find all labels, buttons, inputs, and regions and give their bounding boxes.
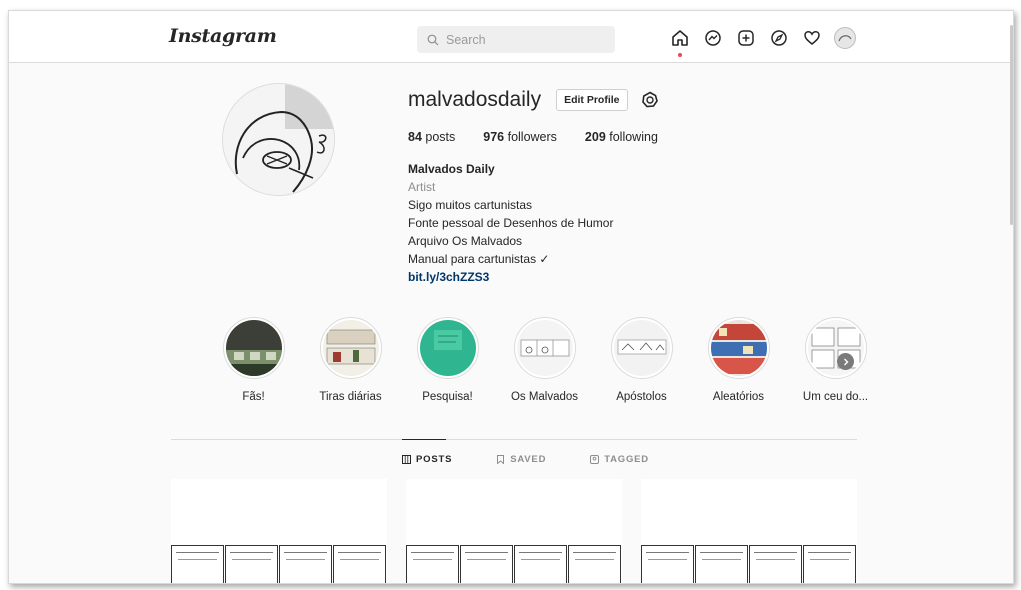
tag-user-icon (590, 455, 600, 464)
search-input[interactable] (446, 32, 596, 47)
gear-icon[interactable] (640, 90, 660, 110)
highlight-label: Aleatórios (712, 391, 765, 403)
highlight-cover-image (516, 320, 573, 376)
comic-strip-image (171, 545, 387, 583)
bio-line: Sigo muitos cartunistas (408, 198, 533, 212)
tab-saved-label: SAVED (510, 454, 547, 465)
home-icon[interactable] (669, 27, 691, 57)
posts-count: 84 posts (408, 130, 456, 144)
highlight-label: Fãs! (242, 391, 265, 403)
highlight-label: Pesquisa! (422, 391, 473, 403)
browser-frame: Instagram Search malvadosdaily Edit Prof… (8, 10, 1014, 584)
highlight-ring (610, 317, 673, 379)
profile-tabs: POSTS SAVED TAGGED (402, 454, 693, 465)
scrollbar[interactable] (1010, 25, 1013, 225)
profile-stats: 84 posts 976 followers 209 following (408, 130, 686, 144)
search-box[interactable] (417, 26, 615, 53)
profile-avatar-button[interactable] (834, 27, 856, 49)
highlight-label: Um ceu do... (802, 391, 869, 403)
post-thumbnail[interactable] (641, 479, 857, 583)
comic-strip-image (641, 545, 857, 583)
bio-category: Artist (408, 180, 436, 194)
active-indicator-dot (678, 53, 682, 57)
bio-full-name: Malvados Daily (408, 162, 495, 176)
highlight-label: Tiras diárias (319, 391, 382, 403)
profile-bio: Malvados Daily Artist Sigo muitos cartun… (408, 160, 686, 286)
highlight-item[interactable]: Os Malvados (496, 317, 593, 403)
highlight-cover-image (807, 320, 864, 376)
instagram-logo[interactable]: Instagram (169, 25, 277, 47)
bookmark-icon (497, 455, 505, 464)
highlight-cover-image (322, 320, 379, 376)
highlight-item[interactable]: Fãs! (205, 317, 302, 403)
highlight-item[interactable]: Pesquisa! (399, 317, 496, 403)
following-count[interactable]: 209 following (585, 130, 658, 144)
highlight-label: Os Malvados (510, 391, 579, 403)
tabs-divider (171, 439, 857, 440)
comic-strip-image (406, 545, 622, 583)
new-post-icon[interactable] (735, 27, 757, 49)
chevron-right-icon (843, 358, 848, 365)
grid-icon (402, 455, 411, 464)
highlight-ring (513, 317, 576, 379)
explore-icon[interactable] (768, 27, 790, 49)
username-row: malvadosdaily Edit Profile (408, 88, 686, 112)
highlight-cover-image (613, 320, 670, 376)
activity-heart-icon[interactable] (801, 27, 823, 49)
highlight-cover-image (225, 320, 282, 376)
profile-picture[interactable] (222, 83, 335, 196)
highlight-ring (804, 317, 867, 379)
bio-link[interactable]: bit.ly/3chZZS3 (408, 268, 686, 286)
highlight-ring (319, 317, 382, 379)
active-tab-indicator (402, 439, 446, 440)
highlight-ring (222, 317, 285, 379)
post-thumbnail[interactable] (171, 479, 387, 583)
highlight-item[interactable]: Aleatórios (690, 317, 787, 403)
messenger-icon[interactable] (702, 27, 724, 49)
bio-line: Fonte pessoal de Desenhos de Humor (408, 216, 614, 230)
tab-saved[interactable]: SAVED (496, 454, 546, 465)
highlight-ring (416, 317, 479, 379)
edit-profile-button[interactable]: Edit Profile (556, 89, 628, 111)
highlight-item[interactable]: Apóstolos (593, 317, 690, 403)
highlight-cover-image (419, 320, 476, 376)
highlights-next-button[interactable] (837, 353, 854, 370)
highlight-cover-image (710, 320, 767, 376)
nav-icons (669, 27, 867, 57)
highlight-item[interactable]: Tiras diárias (302, 317, 399, 403)
story-highlights: Fãs! Tiras diárias Pesquisa! Os Malvados… (205, 317, 884, 403)
top-navigation-bar: Instagram (9, 11, 1013, 63)
tab-tagged[interactable]: TAGGED (590, 454, 649, 465)
highlight-label: Apóstolos (616, 391, 667, 403)
bio-line: Manual para cartunistas ✓ (408, 252, 550, 266)
tab-posts[interactable]: POSTS (402, 454, 452, 465)
profile-username: malvadosdaily (408, 88, 542, 111)
profile-avatar (834, 27, 856, 49)
followers-count[interactable]: 976 followers (483, 130, 557, 144)
profile-info: malvadosdaily Edit Profile 84 posts 976 … (408, 88, 686, 286)
tab-posts-label: POSTS (416, 454, 453, 465)
post-thumbnail[interactable] (406, 479, 622, 583)
search-icon (427, 34, 439, 45)
posts-grid (171, 479, 876, 583)
tab-tagged-label: TAGGED (604, 454, 649, 465)
highlight-ring (707, 317, 770, 379)
highlight-item[interactable]: Um ceu do... (787, 317, 884, 403)
bio-line: Arquivo Os Malvados (408, 234, 523, 248)
